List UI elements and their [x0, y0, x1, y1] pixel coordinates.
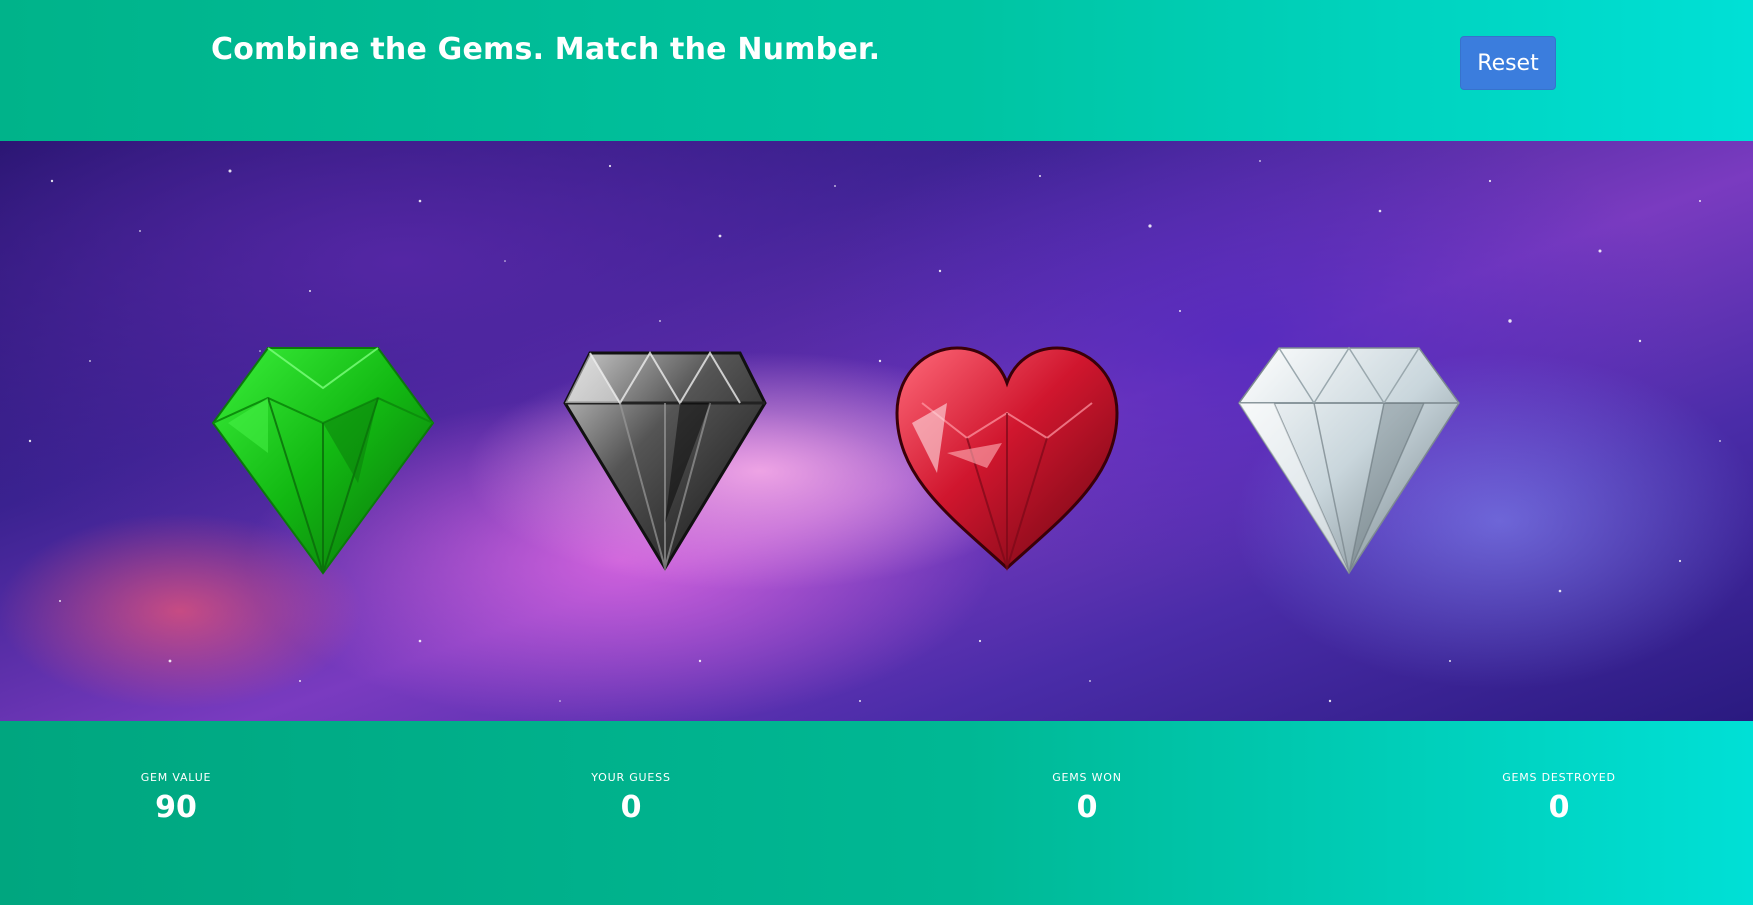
gem-stage — [0, 141, 1753, 721]
white-diamond[interactable] — [1234, 343, 1464, 578]
gems-won-stat: GEMS WON 0 — [977, 771, 1197, 825]
black-diamond-icon — [563, 351, 767, 572]
gems-won-label: GEMS WON — [1052, 771, 1122, 784]
gem-value-label: GEM VALUE — [140, 771, 212, 784]
green-gem[interactable] — [208, 343, 438, 578]
gems-destroyed-stat: GEMS DESTROYED 0 — [1449, 771, 1669, 825]
your-guess-number: 0 — [620, 790, 642, 825]
gem-value-stat: GEM VALUE 90 — [66, 771, 286, 825]
your-guess-label: YOUR GUESS — [591, 771, 671, 784]
reset-button[interactable]: Reset — [1460, 36, 1556, 90]
gem-value-number: 90 — [155, 790, 197, 825]
header-bar: Combine the Gems. Match the Number. Rese… — [0, 0, 1753, 141]
gems-destroyed-label: GEMS DESTROYED — [1502, 771, 1616, 784]
stats-bar: GEM VALUE 90 YOUR GUESS 0 GEMS WON 0 GEM… — [0, 721, 1753, 905]
your-guess-stat: YOUR GUESS 0 — [521, 771, 741, 825]
red-heart-gem[interactable] — [892, 343, 1122, 578]
black-diamond[interactable] — [550, 343, 780, 578]
gems-destroyed-number: 0 — [1548, 790, 1570, 825]
red-heart-gem-icon — [895, 346, 1119, 572]
page-title: Combine the Gems. Match the Number. — [211, 32, 881, 67]
white-diamond-icon — [1238, 346, 1460, 575]
gems-won-number: 0 — [1076, 790, 1098, 825]
green-gem-icon — [211, 347, 435, 575]
